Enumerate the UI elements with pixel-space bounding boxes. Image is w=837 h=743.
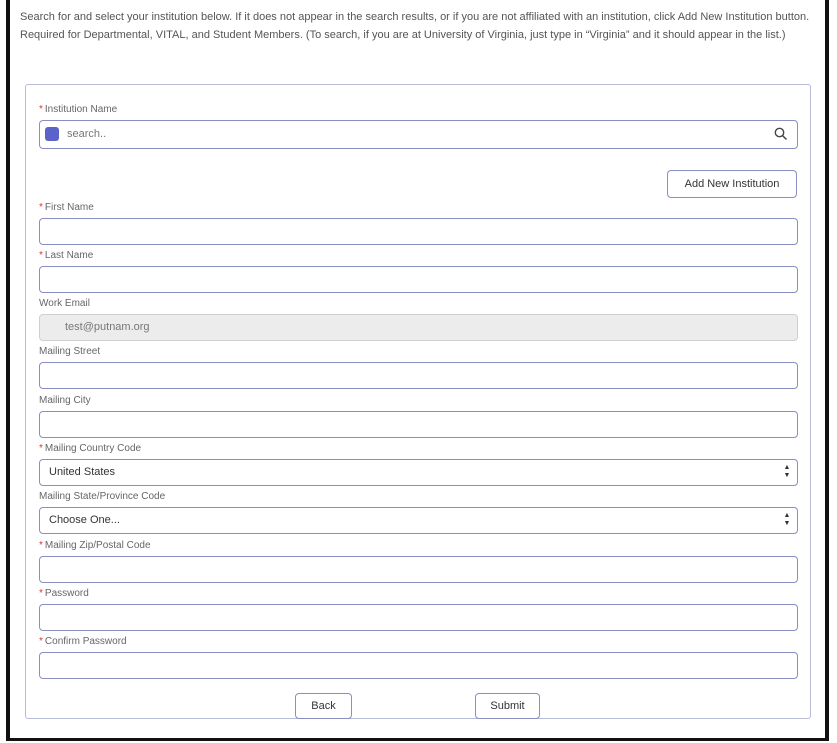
first-name-field[interactable] bbox=[39, 218, 798, 245]
work-email-label-text: Work Email bbox=[39, 298, 90, 309]
confirm-password-label: * Confirm Password bbox=[39, 636, 127, 647]
state-code-value: Choose One... bbox=[49, 514, 120, 526]
registration-form: * Institution Name search.. Add New Insti… bbox=[25, 84, 811, 719]
required-marker: * bbox=[39, 588, 43, 599]
back-button[interactable]: Back bbox=[295, 693, 352, 719]
work-email-value: test@putnam.org bbox=[65, 321, 150, 333]
first-name-label-text: First Name bbox=[44, 202, 94, 213]
password-label: * Password bbox=[39, 588, 89, 599]
select-arrows-icon: ▲ ▼ bbox=[783, 464, 791, 479]
institution-label: * Institution Name bbox=[39, 104, 117, 115]
required-marker: * bbox=[39, 104, 43, 115]
country-code-select[interactable]: United States ▲ ▼ bbox=[39, 459, 798, 486]
zip-code-label: * Mailing Zip/Postal Code bbox=[39, 540, 151, 551]
work-email-label: Work Email bbox=[39, 298, 90, 309]
country-code-label: * Mailing Country Code bbox=[39, 443, 141, 454]
required-marker: * bbox=[39, 443, 43, 454]
password-field[interactable] bbox=[39, 604, 798, 631]
state-code-label-text: Mailing State/Province Code bbox=[39, 491, 166, 502]
submit-button[interactable]: Submit bbox=[475, 693, 540, 719]
confirm-password-field[interactable] bbox=[39, 652, 798, 679]
country-code-label-text: Mailing Country Code bbox=[44, 443, 142, 454]
required-marker: * bbox=[39, 540, 43, 551]
state-code-select[interactable]: Choose One... ▲ ▼ bbox=[39, 507, 798, 534]
state-code-label: Mailing State/Province Code bbox=[39, 491, 165, 502]
confirm-password-label-text: Confirm Password bbox=[44, 636, 127, 647]
institution-icon bbox=[45, 127, 59, 141]
last-name-field[interactable] bbox=[39, 266, 798, 293]
institution-label-text: Institution Name bbox=[44, 104, 118, 115]
last-name-label-text: Last Name bbox=[44, 250, 94, 261]
search-icon[interactable] bbox=[773, 126, 789, 142]
add-new-institution-button[interactable]: Add New Institution bbox=[667, 170, 797, 198]
password-label-text: Password bbox=[44, 588, 89, 599]
zip-code-label-text: Mailing Zip/Postal Code bbox=[44, 540, 151, 551]
last-name-label: * Last Name bbox=[39, 250, 93, 261]
instructions-text: Search for and select your institution b… bbox=[20, 11, 810, 41]
mailing-street-label: Mailing Street bbox=[39, 346, 100, 357]
required-marker: * bbox=[39, 202, 43, 213]
mailing-city-field[interactable] bbox=[39, 411, 798, 438]
mailing-street-label-text: Mailing Street bbox=[39, 346, 101, 357]
mailing-street-field[interactable] bbox=[39, 362, 798, 389]
mailing-city-label-text: Mailing City bbox=[39, 395, 91, 406]
first-name-label: * First Name bbox=[39, 202, 94, 213]
search-placeholder: search.. bbox=[67, 128, 107, 140]
work-email-field: test@putnam.org bbox=[39, 314, 798, 341]
select-arrows-icon: ▲ ▼ bbox=[783, 512, 791, 527]
mailing-city-label: Mailing City bbox=[39, 395, 91, 406]
required-marker: * bbox=[39, 636, 43, 647]
required-marker: * bbox=[39, 250, 43, 261]
zip-code-field[interactable] bbox=[39, 556, 798, 583]
country-code-value: United States bbox=[49, 466, 116, 478]
institution-search-input[interactable]: search.. bbox=[39, 120, 798, 149]
